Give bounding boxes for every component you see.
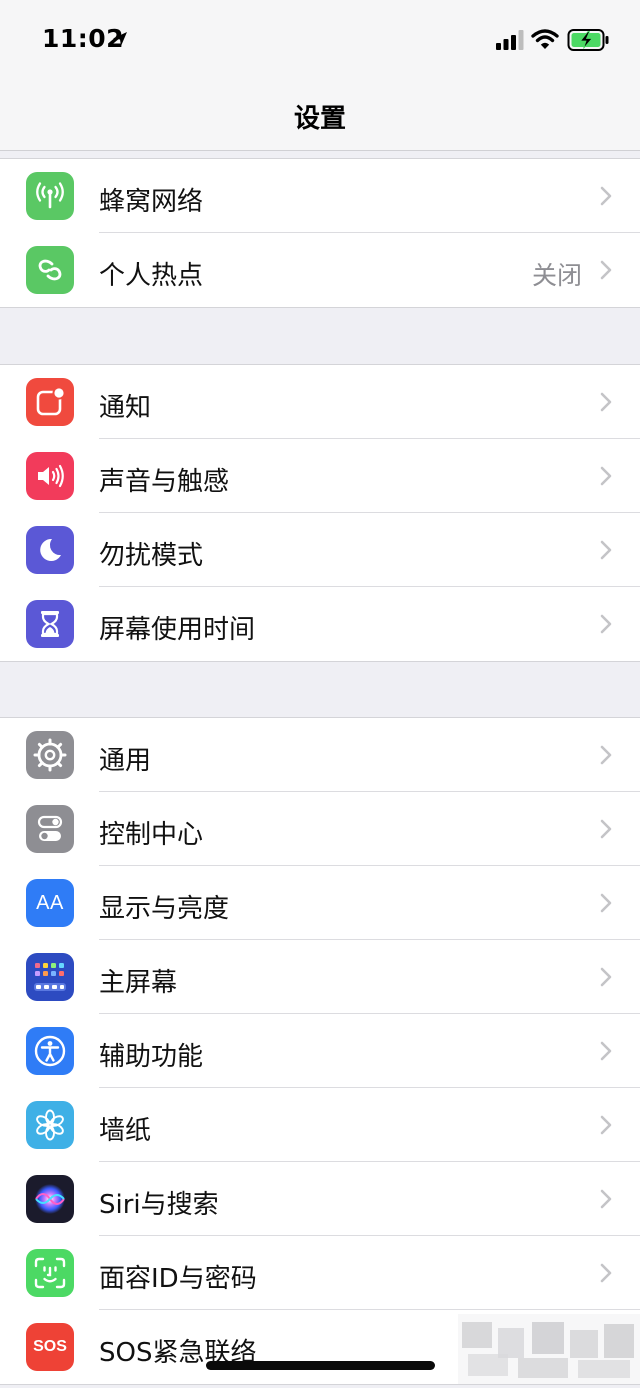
home-indicator[interactable]: [206, 1361, 435, 1370]
chevron-right-icon: [600, 186, 612, 206]
chevron-right-icon: [600, 466, 612, 486]
antenna-icon: [26, 172, 74, 220]
page-title: 设置: [293, 104, 346, 134]
cellular-signal-icon: [496, 30, 524, 50]
battery-charging-icon: [567, 29, 609, 51]
settings-row-hotspot[interactable]: 个人热点 关闭: [0, 233, 640, 307]
settings-row-label: 通用: [99, 746, 152, 776]
siri-icon: [26, 1175, 74, 1223]
settings-row-notifications[interactable]: 通知: [0, 365, 640, 439]
navigation-bar: 设置: [0, 80, 640, 151]
text-size-glyph: AA: [36, 891, 64, 914]
settings-row-label: 主屏幕: [99, 968, 178, 998]
settings-row-face-id[interactable]: 面容ID与密码: [0, 1236, 640, 1310]
settings-row-display[interactable]: AA 显示与亮度: [0, 866, 640, 940]
settings-row-dnd[interactable]: 勿扰模式: [0, 513, 640, 587]
link-icon: [26, 246, 74, 294]
hourglass-icon: [26, 600, 74, 648]
chevron-right-icon: [600, 967, 612, 987]
settings-row-label: 通知: [99, 393, 152, 423]
settings-row-control-center[interactable]: 控制中心: [0, 792, 640, 866]
hotspot-status-value: 关闭: [531, 261, 582, 290]
speaker-icon: [26, 452, 74, 500]
chevron-right-icon: [600, 745, 612, 765]
settings-group-notifications: 通知 声音与触感 勿扰模式 屏幕使用时间: [0, 364, 640, 662]
settings-row-label: 控制中心: [99, 820, 204, 850]
sos-icon: SOS: [26, 1323, 74, 1371]
settings-row-label: 个人热点: [99, 261, 204, 291]
status-bar: 11:02: [0, 0, 640, 80]
chevron-right-icon: [600, 1263, 612, 1283]
chevron-right-icon: [600, 392, 612, 412]
chevron-right-icon: [600, 1041, 612, 1061]
app-grid-icon: [26, 953, 74, 1001]
chevron-right-icon: [600, 819, 612, 839]
settings-row-label: Siri与搜索: [99, 1190, 219, 1220]
chevron-right-icon: [600, 540, 612, 560]
location-arrow-icon: [113, 32, 127, 46]
face-id-icon: [26, 1249, 74, 1297]
settings-row-label: 蜂窝网络: [99, 187, 204, 217]
text-size-icon: AA: [26, 879, 74, 927]
settings-row-label: 声音与触感: [99, 467, 230, 497]
sos-glyph: SOS: [33, 1338, 67, 1355]
chevron-right-icon: [600, 614, 612, 634]
wifi-icon: [531, 29, 559, 49]
settings-group-network: 蜂窝网络 个人热点 关闭: [0, 158, 640, 308]
chevron-right-icon: [600, 1115, 612, 1135]
settings-row-screentime[interactable]: 屏幕使用时间: [0, 587, 640, 661]
settings-row-label: 屏幕使用时间: [99, 615, 256, 645]
settings-row-sounds[interactable]: 声音与触感: [0, 439, 640, 513]
settings-row-label: 勿扰模式: [99, 541, 204, 571]
moon-icon: [26, 526, 74, 574]
chevron-right-icon: [600, 260, 612, 280]
flower-icon: [26, 1101, 74, 1149]
settings-row-label: 墙纸: [99, 1116, 152, 1146]
settings-row-accessibility[interactable]: 辅助功能: [0, 1014, 640, 1088]
settings-row-home-screen[interactable]: 主屏幕: [0, 940, 640, 1014]
chevron-right-icon: [600, 1189, 612, 1209]
toggles-icon: [26, 805, 74, 853]
settings-row-label: 辅助功能: [99, 1042, 204, 1072]
settings-row-wallpaper[interactable]: 墙纸: [0, 1088, 640, 1162]
chevron-right-icon: [600, 893, 612, 913]
accessibility-icon: [26, 1027, 74, 1075]
notification-icon: [26, 378, 74, 426]
settings-row-label: 显示与亮度: [99, 894, 230, 924]
settings-group-general: 通用 控制中心 AA 显示与亮度 主屏幕 辅助功能 墙纸 Siri与搜索 面容I…: [0, 717, 640, 1385]
blurred-watermark-image: [458, 1314, 640, 1384]
gear-icon: [26, 731, 74, 779]
settings-row-siri[interactable]: Siri与搜索: [0, 1162, 640, 1236]
settings-row-cellular[interactable]: 蜂窝网络: [0, 159, 640, 233]
settings-row-general[interactable]: 通用: [0, 718, 640, 792]
settings-row-label: 面容ID与密码: [99, 1264, 257, 1294]
